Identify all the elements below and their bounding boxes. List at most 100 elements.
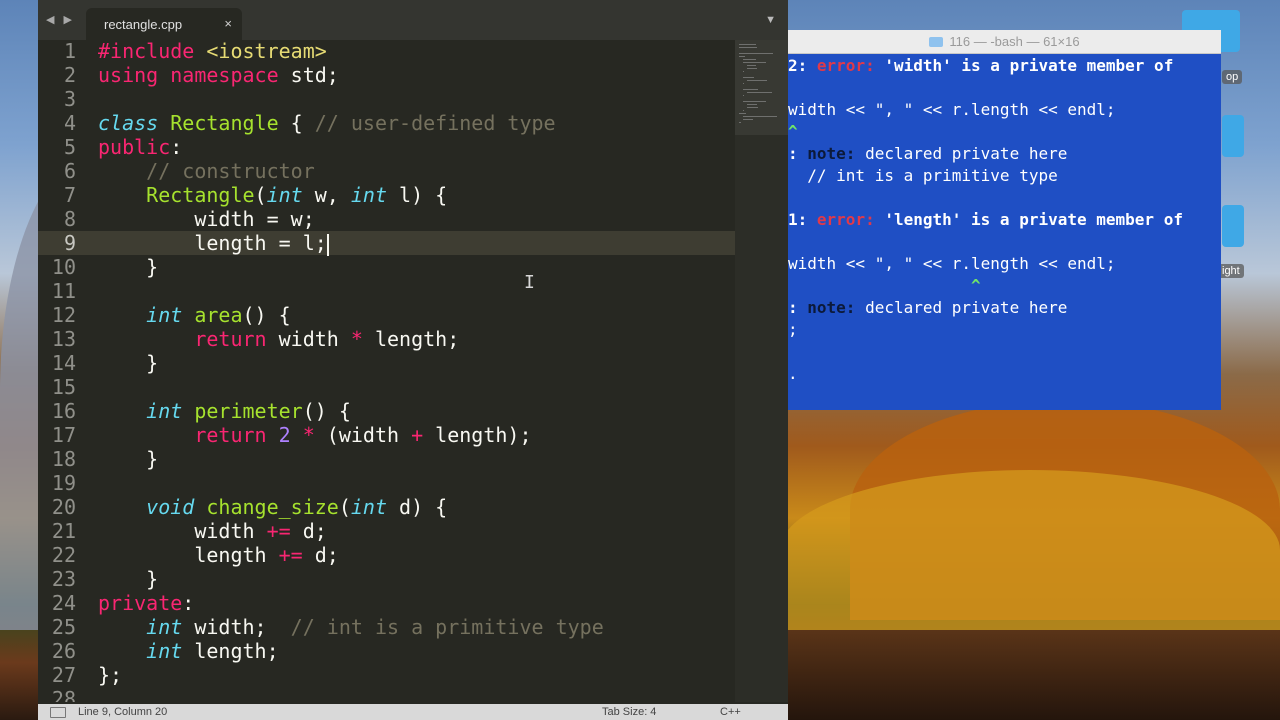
code-line[interactable]: 12 int area() {	[38, 303, 735, 327]
code-line[interactable]: 19	[38, 471, 735, 495]
code-text[interactable]: int length;	[98, 639, 278, 663]
code-text[interactable]: #include <iostream>	[98, 40, 327, 63]
terminal-window[interactable]: 116 — -bash — 61×16 2: error: 'width' is…	[788, 30, 1221, 410]
tab-nav-arrows-icon[interactable]: ◀ ▶	[46, 13, 75, 26]
code-line[interactable]: 1 #include <iostream>	[38, 40, 735, 63]
code-line[interactable]: 24 private:	[38, 591, 735, 615]
code-text[interactable]: length += d;	[98, 543, 339, 567]
code-line[interactable]: 5 public:	[38, 135, 735, 159]
code-text[interactable]: private:	[98, 591, 194, 615]
code-line[interactable]: 18 }	[38, 447, 735, 471]
minimap-line	[743, 77, 754, 78]
code-token: width;	[182, 615, 291, 639]
line-number: 23	[51, 567, 76, 591]
code-text[interactable]: int perimeter() {	[98, 399, 351, 423]
code-token: (width	[314, 423, 412, 447]
minimap-line	[739, 113, 747, 114]
code-text[interactable]: }	[98, 351, 158, 375]
desktop-icon-label[interactable]: op	[1222, 70, 1243, 84]
code-token: int	[350, 183, 388, 207]
line-number: 16	[51, 399, 76, 423]
code-text[interactable]: }	[98, 447, 158, 471]
code-token: perimeter	[194, 399, 303, 423]
chevron-down-icon[interactable]: ▼	[765, 14, 776, 26]
code-line[interactable]: 14 }	[38, 351, 735, 375]
code-token: area	[194, 303, 243, 327]
desktop-folder-icon[interactable]	[1222, 205, 1244, 247]
code-line[interactable]: 6 // constructor	[38, 159, 735, 183]
code-text[interactable]: // constructor	[98, 159, 315, 183]
code-line[interactable]: 2 using namespace std;	[38, 63, 735, 87]
syntax-selector[interactable]: C++	[720, 706, 741, 718]
code-editor[interactable]: 1 #include <iostream> 2 using namespace std…	[38, 40, 735, 702]
code-line[interactable]: 17 return 2 * (width + length);	[38, 423, 735, 447]
code-text[interactable]: using namespace std;	[98, 63, 339, 87]
code-line[interactable]: 27};	[38, 663, 735, 687]
code-line[interactable]: 13 return width * length;	[38, 327, 735, 351]
code-line[interactable]: 21 width += d;	[38, 519, 735, 543]
code-token: }	[98, 255, 159, 279]
code-text[interactable]: length = l;	[98, 231, 329, 256]
minimap[interactable]	[735, 40, 788, 702]
code-line[interactable]: 3	[38, 87, 735, 111]
code-text[interactable]: int area() {	[98, 303, 291, 327]
code-text[interactable]: int width; // int is a primitive type	[98, 615, 604, 639]
desktop-icon-label[interactable]: ight	[1218, 264, 1244, 278]
desktop-folder-icon[interactable]	[1222, 115, 1244, 157]
code-line[interactable]: 15	[38, 375, 735, 399]
code-line[interactable]: 28	[38, 687, 735, 702]
code-text[interactable]: Rectangle(int w, int l) {	[98, 183, 447, 207]
code-text[interactable]: width = w;	[98, 207, 314, 231]
code-text[interactable]: }	[98, 255, 158, 279]
code-text[interactable]: return width * length;	[98, 327, 459, 351]
code-text[interactable]: return 2 * (width + length);	[98, 423, 531, 447]
code-token: d;	[302, 543, 339, 567]
tab-rectangle-cpp[interactable]: rectangle.cpp ×	[86, 8, 242, 40]
terminal-token: 'width' is a private member of	[874, 56, 1174, 75]
code-token: int	[146, 303, 183, 327]
code-line[interactable]: 10 }	[38, 255, 735, 279]
line-number: 7	[63, 183, 76, 207]
terminal-output[interactable]: 2: error: 'width' is a private member of…	[788, 54, 1221, 385]
code-line[interactable]: 7 Rectangle(int w, int l) {	[38, 183, 735, 207]
line-number: 5	[63, 135, 76, 159]
panel-toggle-icon[interactable]	[50, 707, 66, 718]
code-line[interactable]: 4 class Rectangle { // user-defined type	[38, 111, 735, 135]
minimap-viewport[interactable]	[735, 40, 788, 135]
code-token: length;	[362, 327, 460, 351]
code-text[interactable]: public:	[98, 135, 182, 159]
code-line[interactable]: 22 length += d;	[38, 543, 735, 567]
code-line[interactable]: 11	[38, 279, 735, 303]
code-text[interactable]: void change_size(int d) {	[98, 495, 447, 519]
code-text[interactable]: width += d;	[98, 519, 326, 543]
code-line[interactable]: 25 int width; // int is a primitive type	[38, 615, 735, 639]
terminal-line: : note: declared private here	[788, 297, 1221, 319]
code-line[interactable]: 8 width = w;	[38, 207, 735, 231]
code-token: using namespace	[98, 63, 291, 87]
minimap-line	[747, 80, 767, 81]
close-icon[interactable]: ×	[224, 16, 232, 31]
line-number: 14	[51, 351, 76, 375]
code-text[interactable]: class Rectangle { // user-defined type	[98, 111, 556, 135]
code-token: l) {	[387, 183, 448, 207]
code-text[interactable]: }	[98, 567, 158, 591]
code-line[interactable]: 23 }	[38, 567, 735, 591]
line-number: 15	[51, 375, 76, 399]
tab-label[interactable]: rectangle.cpp	[104, 17, 182, 32]
code-line[interactable]: 9 length = l;	[38, 231, 735, 256]
code-text[interactable]: };	[98, 663, 122, 687]
minimap-line	[743, 59, 756, 60]
code-line[interactable]: 26 int length;	[38, 639, 735, 663]
tab-size-selector[interactable]: Tab Size: 4	[602, 706, 656, 718]
code-line[interactable]: 20 void change_size(int d) {	[38, 495, 735, 519]
terminal-token: ;	[788, 320, 798, 339]
terminal-titlebar[interactable]: 116 — -bash — 61×16	[788, 30, 1221, 54]
terminal-line: width << ", " << r.length << endl;	[788, 99, 1221, 121]
text-cursor-icon: I	[524, 272, 535, 293]
minimap-line	[739, 47, 757, 48]
editor-window[interactable]: ◀ ▶ rectangle.cpp × ▼ 1 #include <iostrea…	[38, 0, 788, 720]
code-line[interactable]: 16 int perimeter() {	[38, 399, 735, 423]
